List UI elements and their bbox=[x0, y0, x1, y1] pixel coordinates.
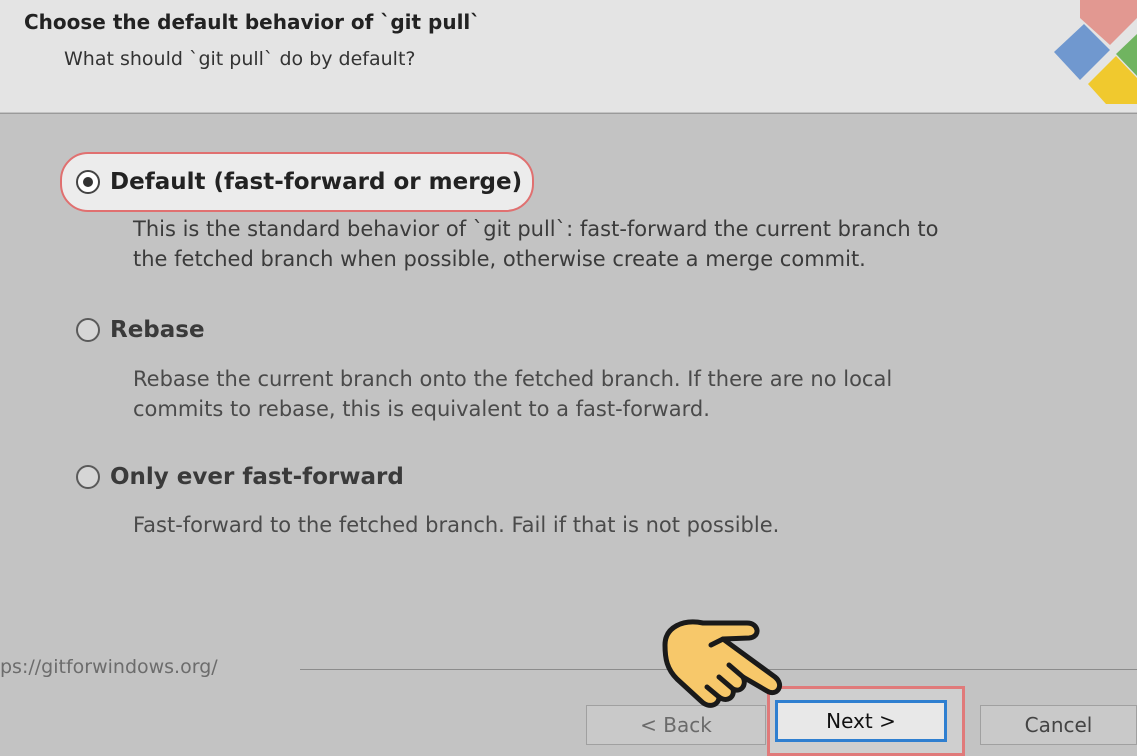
description-line: Rebase the current branch onto the fetch… bbox=[133, 367, 893, 391]
pointing-hand-icon bbox=[662, 619, 782, 708]
description-line: Fast-forward to the fetched branch. Fail… bbox=[133, 513, 780, 537]
option-description: Rebase the current branch onto the fetch… bbox=[133, 364, 892, 424]
page-subtitle: What should `git pull` do by default? bbox=[64, 48, 416, 70]
cancel-button[interactable]: Cancel bbox=[980, 705, 1137, 745]
footer-url[interactable]: ps://gitforwindows.org/ bbox=[0, 656, 218, 678]
option-default-merge[interactable]: Default (fast-forward or merge) bbox=[60, 152, 535, 212]
header-separator bbox=[0, 113, 1137, 114]
radio-unchecked-icon[interactable] bbox=[76, 318, 100, 342]
description-line: the fetched branch when possible, otherw… bbox=[133, 247, 866, 271]
page-title: Choose the default behavior of `git pull… bbox=[24, 10, 481, 34]
next-button[interactable]: Next > bbox=[775, 700, 947, 742]
option-label: Only ever fast-forward bbox=[110, 464, 404, 490]
option-label: Default (fast-forward or merge) bbox=[110, 169, 523, 195]
radio-unchecked-icon[interactable] bbox=[76, 465, 100, 489]
option-rebase[interactable]: Rebase bbox=[62, 302, 215, 358]
option-description: This is the standard behavior of `git pu… bbox=[133, 214, 938, 274]
description-line: This is the standard behavior of `git pu… bbox=[133, 217, 939, 241]
git-logo-icon bbox=[1054, 0, 1137, 104]
option-label: Rebase bbox=[110, 317, 205, 343]
option-fast-forward-only[interactable]: Only ever fast-forward bbox=[62, 449, 414, 505]
radio-checked-icon[interactable] bbox=[76, 170, 100, 194]
description-line: commits to rebase, this is equivalent to… bbox=[133, 397, 710, 421]
option-description: Fast-forward to the fetched branch. Fail… bbox=[133, 510, 779, 540]
wizard-header: Choose the default behavior of `git pull… bbox=[0, 0, 1137, 112]
